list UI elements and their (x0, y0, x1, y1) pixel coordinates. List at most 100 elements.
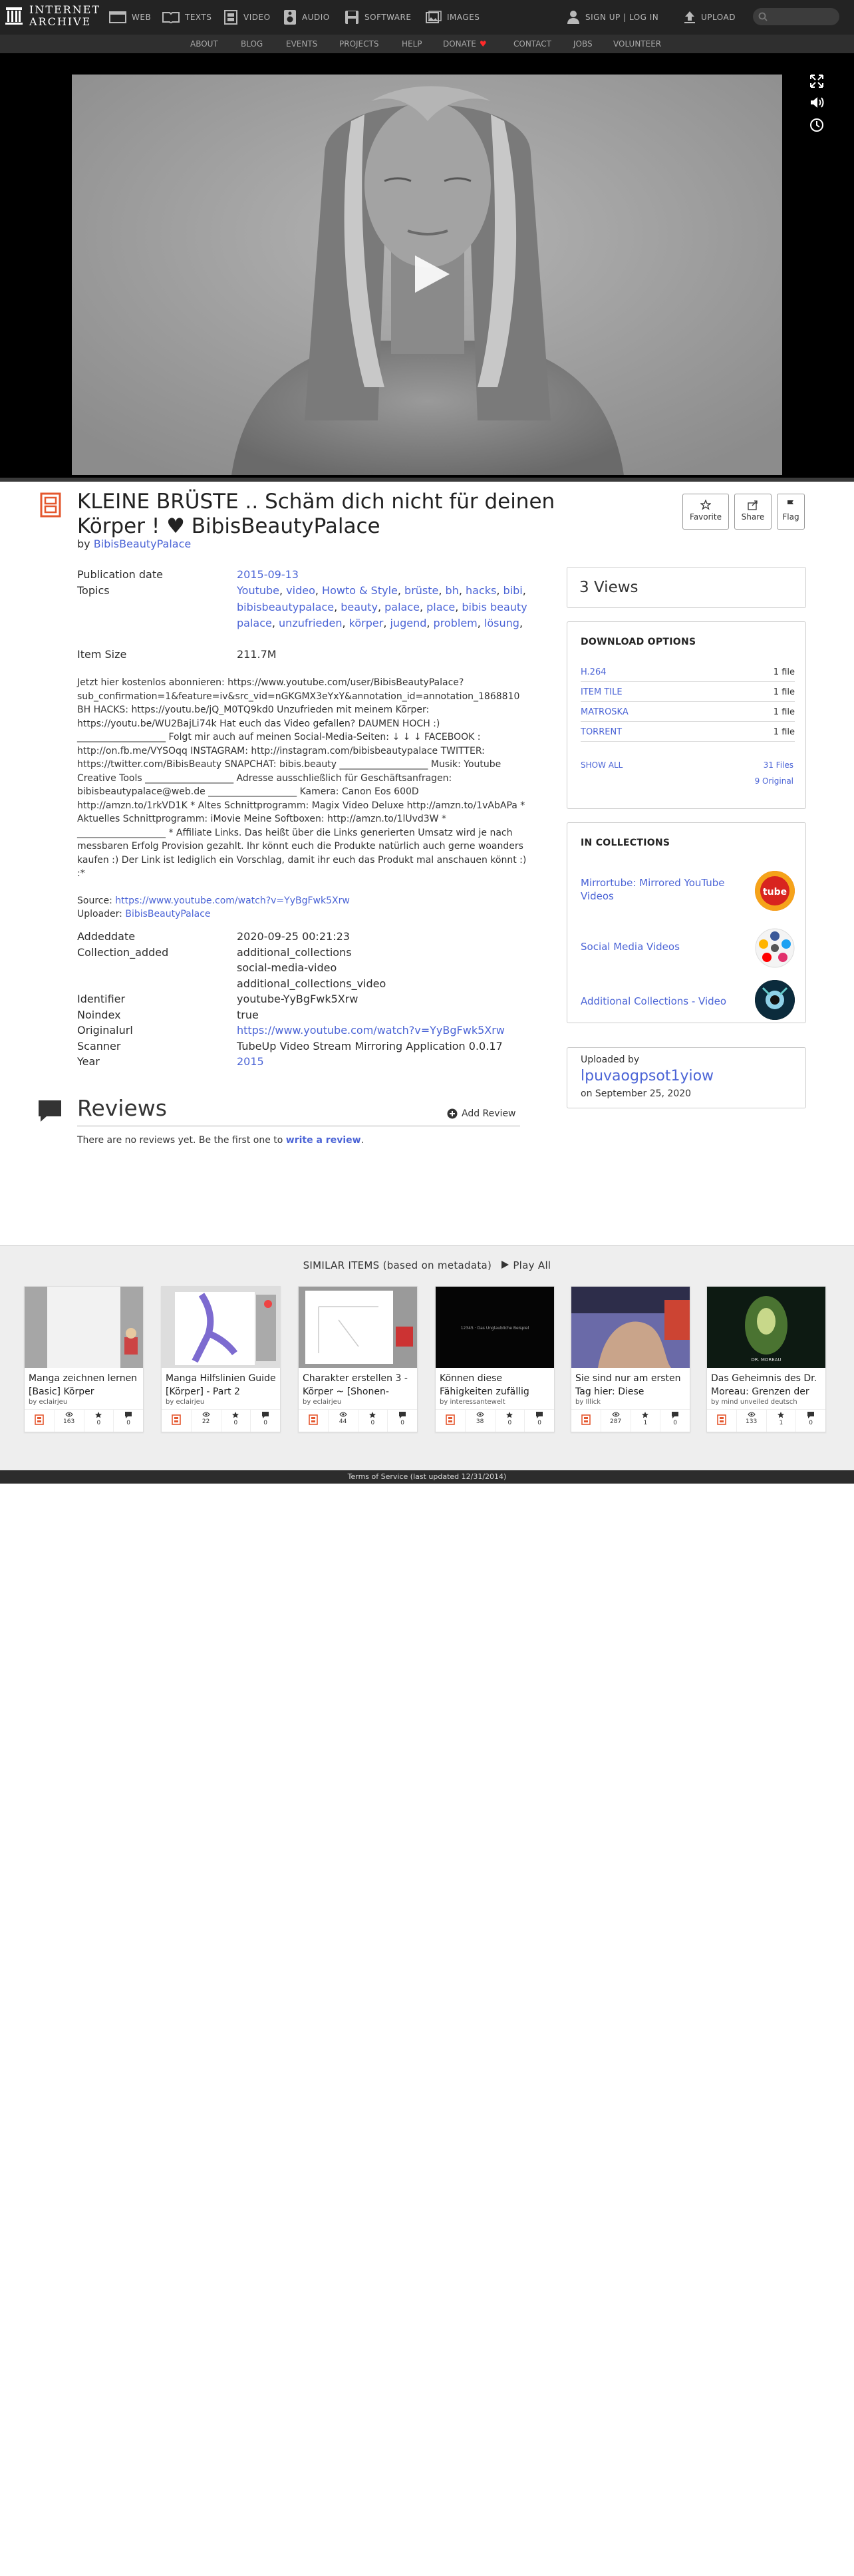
subnav-contact[interactable]: CONTACT (513, 39, 551, 49)
similar-item-thumbnail[interactable]: DR. MOREAU (707, 1287, 825, 1368)
subnav-jobs[interactable]: JOBS (573, 39, 593, 49)
topic-link[interactable]: beauty (341, 601, 378, 613)
similar-item-title[interactable]: Manga Hilfslinien Guide [Körper] - Part … (166, 1372, 277, 1398)
nav-images[interactable]: IMAGES (426, 0, 480, 35)
similar-item-thumbnail[interactable] (25, 1287, 143, 1368)
collection-additional-video[interactable]: Additional Collections - Video (581, 976, 795, 1032)
topic-link[interactable]: bibi (503, 584, 523, 597)
player-bottom-strip (0, 478, 854, 482)
topic-link[interactable]: bibisbeautypalace (237, 601, 334, 613)
all-files-link[interactable]: 31 Files (764, 760, 793, 770)
favorites-count: 1 (643, 1420, 648, 1426)
similar-item-tile[interactable]: DR. MOREAU Das Geheimnis des Dr. Moreau: … (706, 1286, 826, 1432)
creator-link[interactable]: BibisBeautyPalace (94, 538, 192, 550)
topic-link[interactable]: lösung (484, 617, 519, 629)
topic-link[interactable]: place (426, 601, 455, 613)
metadata-field-value[interactable]: 2015 (237, 1054, 529, 1070)
play-icon[interactable] (410, 253, 452, 295)
topic-separator: , (271, 617, 279, 629)
play-all-button[interactable]: Play All (500, 1259, 551, 1271)
nav-software[interactable]: SOFTWARE (345, 0, 411, 35)
subnav-volunteer[interactable]: VOLUNTEER (613, 39, 661, 49)
similar-item-title[interactable]: Charakter erstellen 3 - Körper ~ [Shonen… (303, 1372, 414, 1398)
uploader-link[interactable]: BibisBeautyPalace (125, 909, 210, 919)
similar-item-tile[interactable]: Manga zeichnen lernen [Basic] Körper by e… (24, 1286, 144, 1432)
subnav-donate[interactable]: DONATE ♥ (443, 39, 487, 49)
topic-link[interactable]: brüste (404, 584, 438, 597)
item-byline: by BibisBeautyPalace (77, 538, 191, 550)
star-icon (642, 1412, 649, 1418)
download-row-matroska[interactable]: MATROSKA 1 file (581, 702, 795, 722)
subnav-projects[interactable]: PROJECTS (339, 39, 378, 49)
show-all-link[interactable]: SHOW ALL (581, 760, 623, 770)
similar-item-tile[interactable]: Charakter erstellen 3 - Körper ~ [Shonen… (298, 1286, 418, 1432)
similar-item-thumbnail[interactable] (162, 1287, 280, 1368)
similar-item-tile[interactable]: Manga Hilfslinien Guide [Körper] - Part … (161, 1286, 281, 1432)
terms-of-service-link[interactable]: Terms of Service (last updated 12/31/201… (348, 1472, 507, 1481)
nav-video[interactable]: VIDEO (223, 0, 271, 35)
download-row-item-tile[interactable]: ITEM TILE 1 file (581, 682, 795, 702)
similar-item-title[interactable]: Das Geheimnis des Dr. Moreau: Grenzen de… (711, 1372, 823, 1398)
subnav-blog[interactable]: BLOG (241, 39, 263, 49)
topic-link[interactable]: problem (434, 617, 478, 629)
original-files-link[interactable]: 9 Original (755, 776, 793, 786)
subnav-about[interactable]: ABOUT (190, 39, 218, 49)
similar-item-stats: 22 0 0 (162, 1409, 280, 1432)
similar-item-stats: 44 0 0 (299, 1409, 417, 1432)
similar-items-heading: SIMILAR ITEMS (based on metadata) (303, 1259, 492, 1271)
nav-texts-label: TEXTS (185, 13, 212, 22)
item-description: Jetzt hier kostenlos abonnieren: https:/… (77, 676, 529, 921)
source-link[interactable]: https://www.youtube.com/watch?v=YyBgFwk5… (115, 895, 350, 906)
topic-link[interactable]: hacks (466, 584, 496, 597)
star-icon (700, 500, 711, 510)
download-row-torrent[interactable]: TORRENT 1 file (581, 722, 795, 742)
topic-link[interactable]: Youtube (237, 584, 279, 597)
share-button[interactable]: Share (734, 494, 772, 530)
sign-up-log-in[interactable]: SIGN UP | LOG IN (567, 0, 658, 35)
similar-item-thumbnail[interactable] (299, 1287, 417, 1368)
favorite-button[interactable]: Favorite (682, 494, 729, 530)
add-review-button[interactable]: Add Review (447, 1108, 516, 1119)
upload-link[interactable]: UPLOAD (684, 0, 736, 35)
internet-archive-logo[interactable]: INTERNET ARCHIVE (5, 4, 100, 28)
similar-item-tile[interactable]: Sie sind nur am ersten Tag hier: Diese by… (571, 1286, 690, 1432)
views-stat: 22 (190, 1410, 221, 1432)
topic-link[interactable]: Howto & Style (322, 584, 398, 597)
uploader-name-link[interactable]: lpuvaogpsot1yiow (581, 1068, 792, 1084)
clock-icon[interactable] (809, 117, 825, 133)
metadata-field-value[interactable]: https://www.youtube.com/watch?v=YyBgFwk5… (237, 1023, 529, 1039)
download-row-h264[interactable]: H.264 1 file (581, 662, 795, 682)
video-player[interactable] (0, 53, 854, 480)
topic-link[interactable]: palace (384, 601, 420, 613)
topic-link[interactable]: video (286, 584, 315, 597)
collection-social-media-videos[interactable]: Social Media Videos (581, 921, 795, 977)
volume-icon[interactable] (809, 94, 825, 110)
similar-item-thumbnail[interactable] (571, 1287, 690, 1368)
topic-link[interactable]: unzufrieden (279, 617, 342, 629)
topic-link[interactable]: körper (349, 617, 384, 629)
collection-mirrortube[interactable]: Mirrortube: Mirrored YouTube Videos tube (581, 864, 795, 920)
reviews-count: 0 (673, 1420, 677, 1426)
plus-circle-icon (447, 1108, 458, 1119)
subnav-help[interactable]: HELP (402, 39, 422, 49)
search-icon (758, 12, 768, 21)
nav-web[interactable]: WEB (109, 0, 151, 35)
similar-item-creator: by Illick (575, 1398, 601, 1406)
star-icon (369, 1412, 376, 1418)
fullscreen-icon[interactable] (809, 73, 825, 89)
similar-item-title[interactable]: Sie sind nur am ersten Tag hier: Diese (575, 1372, 687, 1398)
similar-item-thumbnail[interactable]: 12345 · Das Unglaubliche Beispiel (436, 1287, 554, 1368)
search-input[interactable] (753, 8, 839, 25)
write-review-link[interactable]: write a review (286, 1135, 361, 1146)
nav-audio[interactable]: AUDIO (283, 0, 330, 35)
topic-link[interactable]: bh (446, 584, 459, 597)
similar-item-tile[interactable]: 12345 · Das Unglaubliche Beispiel Können … (435, 1286, 555, 1432)
topic-link[interactable]: jugend (390, 617, 426, 629)
publication-date-link[interactable]: 2015-09-13 (237, 568, 299, 581)
similar-item-title[interactable]: Manga zeichnen lernen [Basic] Körper (29, 1372, 140, 1398)
subnav-events[interactable]: EVENTS (286, 39, 317, 49)
similar-item-title[interactable]: Können diese Fähigkeiten zufällig (440, 1372, 551, 1398)
nav-texts[interactable]: TEXTS (162, 0, 212, 35)
favorites-stat: 0 (494, 1410, 525, 1432)
flag-button[interactable]: Flag (777, 494, 805, 530)
